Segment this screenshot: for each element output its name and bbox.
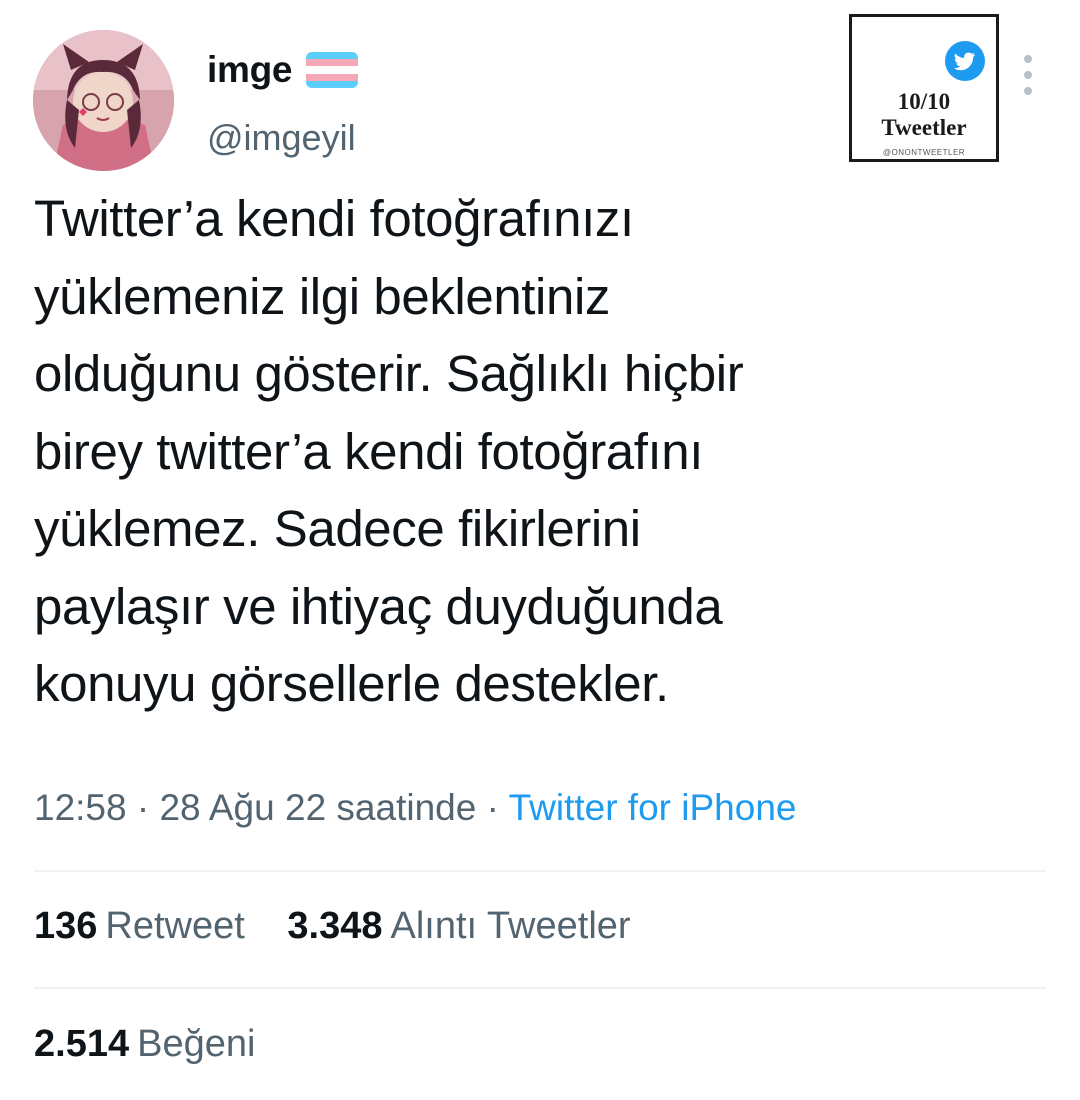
watermark-label: Tweetler: [881, 115, 967, 140]
watermark-handle: @ONONTWEETLER: [882, 148, 966, 157]
flag-stripe: [306, 59, 359, 67]
flag-stripe: [306, 80, 359, 88]
flag-stripe: [306, 52, 359, 60]
quotes-label: Alıntı Tweetler: [390, 905, 631, 947]
tweet-text: Twitter’a kendi fotoğrafınızı yüklemeniz…: [34, 190, 744, 712]
twitter-bird-icon: [945, 41, 985, 81]
tweet-time[interactable]: 12:58: [34, 787, 127, 828]
flag-stripe: [306, 66, 359, 74]
transgender-flag-icon: [306, 52, 359, 88]
flag-stripe: [306, 73, 359, 81]
watermark-count: 10/10: [897, 89, 951, 114]
tweet-source-link[interactable]: Twitter for iPhone: [509, 787, 797, 828]
dot: [1024, 87, 1032, 95]
quotes-count: 3.348: [287, 905, 383, 947]
separator: ·: [486, 787, 499, 828]
likes-stat[interactable]: 2.514 Beğeni: [34, 1023, 255, 1066]
dot: [1024, 71, 1032, 79]
separator: ·: [136, 787, 150, 828]
user-handle[interactable]: @imgeyil: [207, 117, 356, 159]
avatar[interactable]: [33, 30, 174, 171]
likes-count: 2.514: [34, 1023, 130, 1065]
dot: [1024, 55, 1032, 63]
tweet-meta: 12:58 · 28 Ağu 22 saatinde · Twitter for…: [34, 787, 796, 829]
likes-label: Beğeni: [137, 1023, 256, 1065]
likes-row: 2.514 Beğeni: [34, 1023, 287, 1066]
quote-tweets-stat[interactable]: 3.348 Alıntı Tweetler: [287, 905, 630, 948]
retweets-count: 136: [34, 905, 98, 947]
display-name-row[interactable]: imge: [207, 48, 359, 92]
tweet-date[interactable]: 28 Ağu 22 saatinde: [159, 787, 476, 828]
divider: [34, 987, 1046, 989]
stats-row: 136 Retweet 3.348 Alıntı Tweetler: [34, 905, 663, 948]
divider: [34, 870, 1046, 872]
retweets-label: Retweet: [105, 905, 245, 947]
retweets-stat[interactable]: 136 Retweet: [34, 905, 245, 948]
more-options-icon[interactable]: [1018, 55, 1038, 95]
display-name[interactable]: imge: [207, 49, 292, 91]
watermark-badge: 10/10 Tweetler @ONONTWEETLER: [849, 14, 999, 162]
